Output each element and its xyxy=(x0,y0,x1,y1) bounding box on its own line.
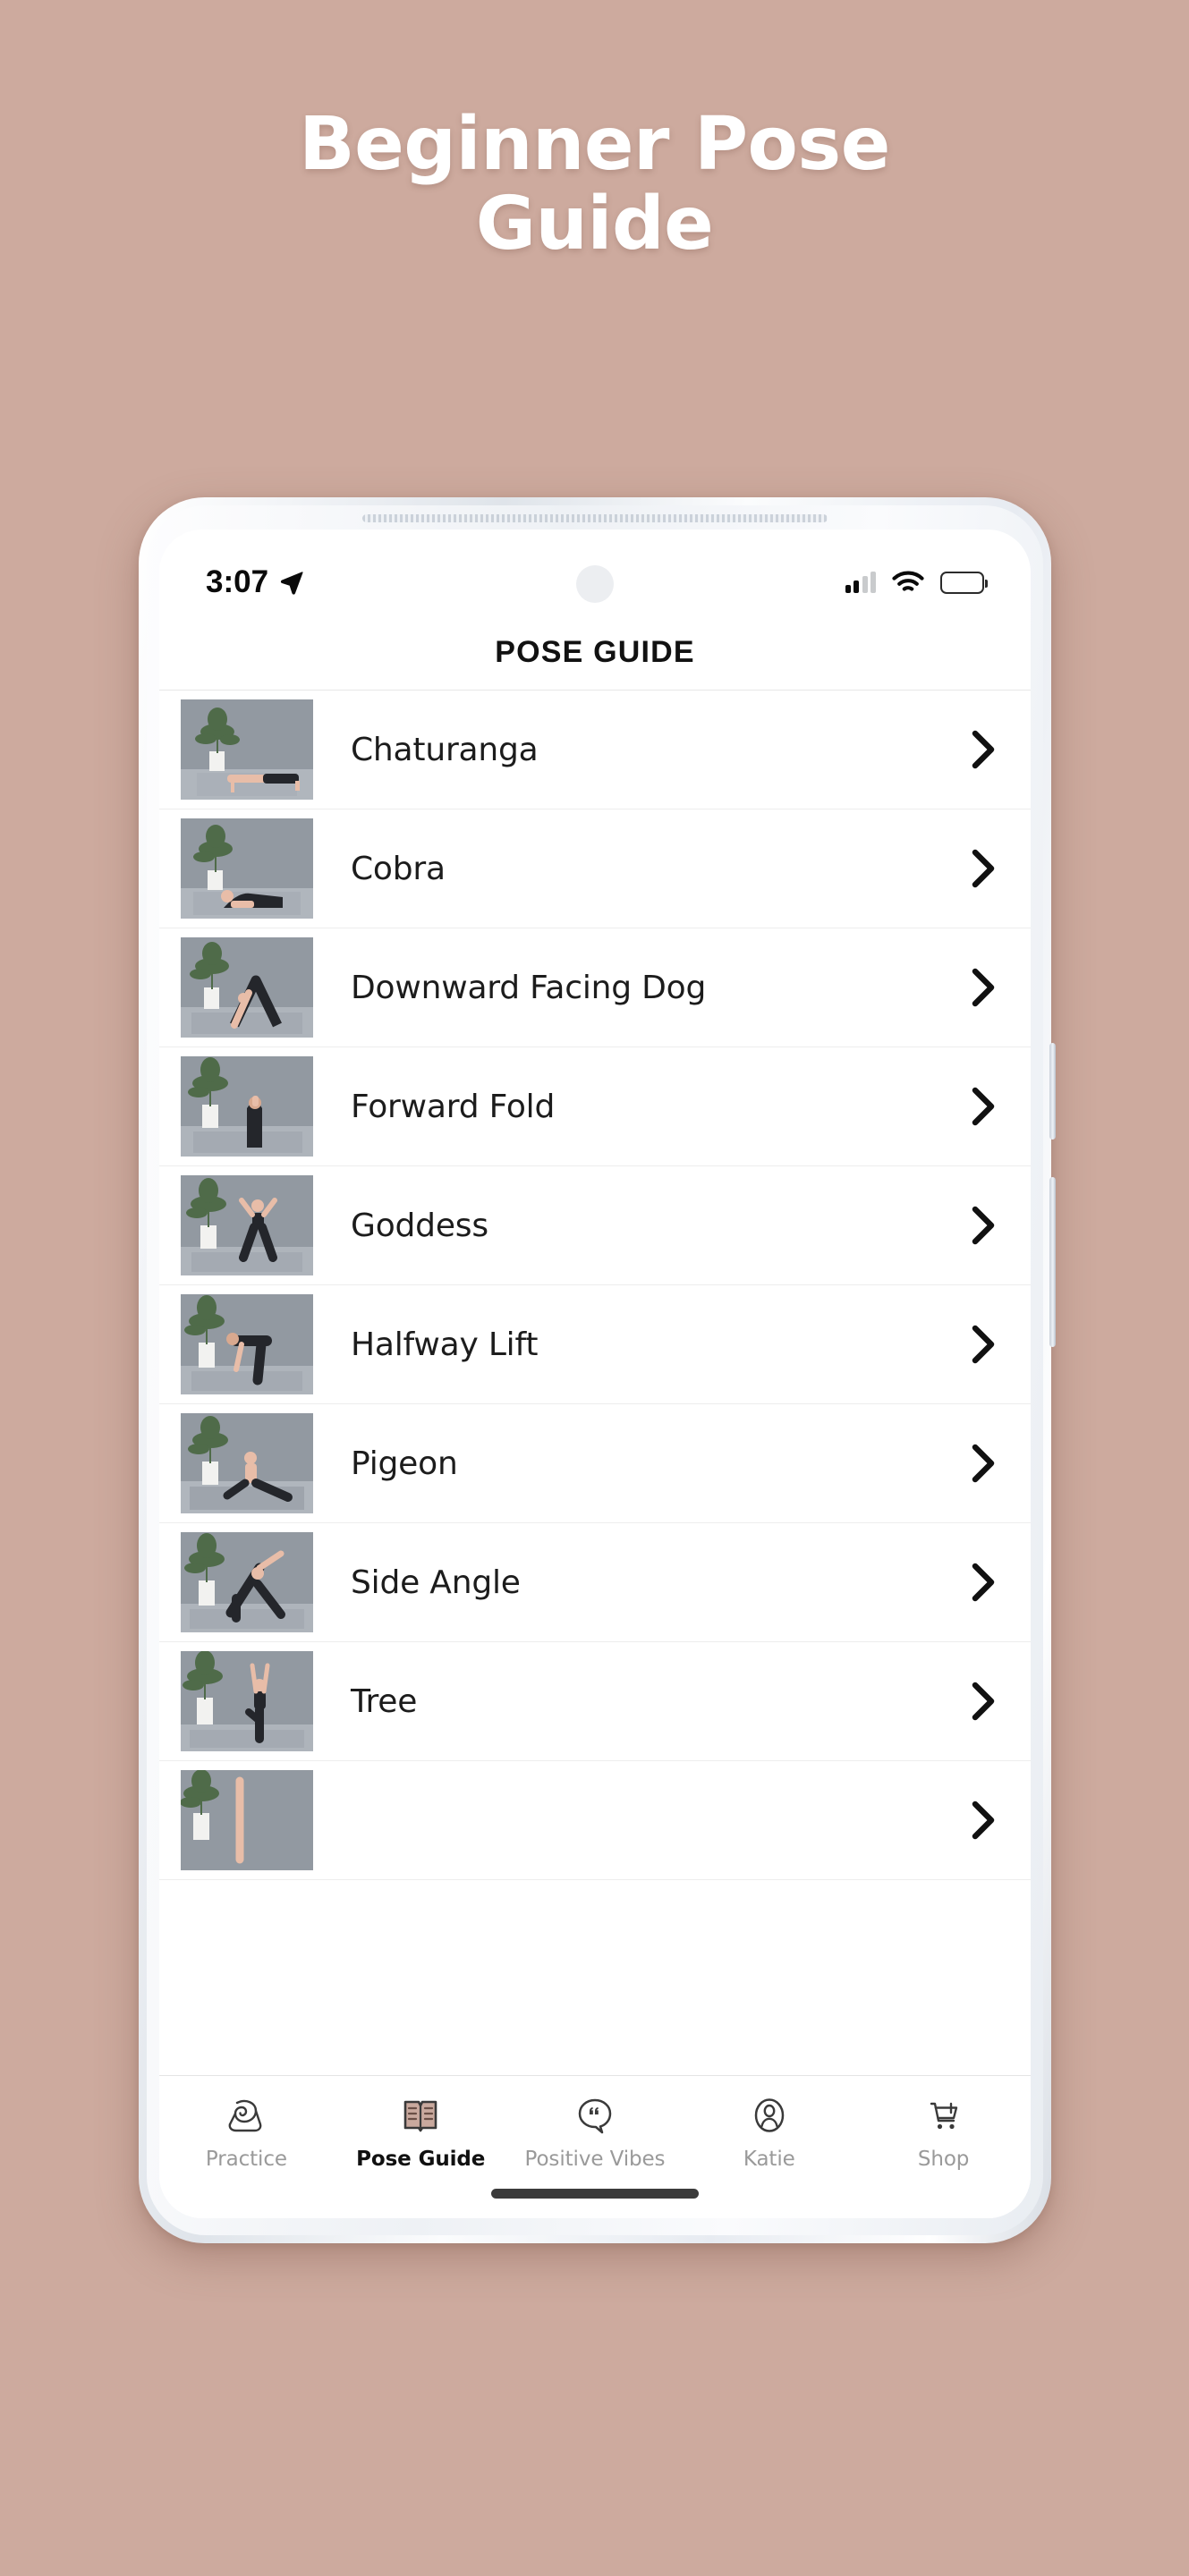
user-profile-icon xyxy=(754,2098,785,2132)
pose-thumbnail-goddess xyxy=(181,1175,313,1275)
page-title-line-1: Beginner Pose xyxy=(299,102,890,187)
location-arrow-icon xyxy=(280,572,303,595)
page-title: Beginner Pose Guide xyxy=(0,102,1189,267)
pose-thumbnail-tree xyxy=(181,1651,313,1751)
chevron-right-icon[interactable] xyxy=(968,727,998,772)
pose-list-item[interactable]: Downward Facing Dog xyxy=(159,928,1031,1047)
phone-side-button-top[interactable] xyxy=(1049,1043,1056,1140)
chevron-right-icon[interactable] xyxy=(968,1203,998,1248)
phone-mockup: 3:07 POSE GUIDE Chaturanga Cobra Downwar… xyxy=(139,497,1056,2243)
page-title-line-2: Guide xyxy=(475,181,714,267)
cellular-signal-icon xyxy=(845,572,876,593)
chevron-right-icon[interactable] xyxy=(968,965,998,1010)
pose-list-item[interactable]: Goddess xyxy=(159,1166,1031,1285)
screen-header: POSE GUIDE xyxy=(159,615,1031,691)
screen-title: POSE GUIDE xyxy=(495,635,695,669)
pose-name: Pigeon xyxy=(351,1445,458,1482)
chevron-right-icon[interactable] xyxy=(968,1798,998,1843)
phone-side-button-bottom[interactable] xyxy=(1049,1177,1056,1347)
tab-label-positive-vibes: Positive Vibes xyxy=(524,2148,666,2171)
tab-practice[interactable]: Practice xyxy=(159,2094,334,2171)
front-camera-hole xyxy=(576,565,614,603)
pose-thumbnail-pigeon xyxy=(181,1413,313,1513)
open-book-icon xyxy=(403,2100,437,2132)
chevron-right-icon[interactable] xyxy=(968,846,998,891)
tab-label-practice: Practice xyxy=(205,2148,287,2171)
earpiece-speaker-grille xyxy=(362,514,828,522)
pose-thumbnail-forwardfold xyxy=(181,1056,313,1157)
chevron-right-icon[interactable] xyxy=(968,1679,998,1724)
wifi-icon xyxy=(892,571,924,591)
pose-thumbnail-downdog xyxy=(181,937,313,1038)
home-indicator[interactable] xyxy=(491,2189,699,2199)
pose-list-item[interactable]: Forward Fold xyxy=(159,1047,1031,1166)
pose-name: Forward Fold xyxy=(351,1088,556,1125)
status-bar-left: 3:07 xyxy=(206,564,305,600)
pose-name: Side Angle xyxy=(351,1563,521,1601)
pose-thumbnail-chaturanga xyxy=(181,699,313,800)
tab-label-pose-guide: Pose Guide xyxy=(356,2148,486,2171)
pose-list-item[interactable]: Tree xyxy=(159,1642,1031,1761)
pose-list[interactable]: Chaturanga Cobra Downward Facing Dog For… xyxy=(159,691,1031,2218)
pose-name: Halfway Lift xyxy=(351,1326,539,1363)
pose-thumbnail-partial xyxy=(181,1770,313,1870)
status-bar-right xyxy=(845,571,988,594)
tab-label-katie: Katie xyxy=(743,2148,795,2171)
chevron-right-icon[interactable] xyxy=(968,1084,998,1129)
shopping-cart-icon xyxy=(930,2102,957,2130)
phone-screen: 3:07 POSE GUIDE Chaturanga Cobra Downwar… xyxy=(159,530,1031,2218)
tab-katie[interactable]: Katie xyxy=(682,2094,856,2171)
quote-bubble-icon xyxy=(578,2098,612,2134)
chevron-right-icon[interactable] xyxy=(968,1322,998,1367)
pose-list-item[interactable] xyxy=(159,1761,1031,1880)
yoga-mat-icon xyxy=(229,2099,262,2132)
pose-thumbnail-cobra xyxy=(181,818,313,919)
pose-thumbnail-halfwaylift xyxy=(181,1294,313,1394)
pose-list-item[interactable]: Cobra xyxy=(159,809,1031,928)
tab-pose-guide[interactable]: Pose Guide xyxy=(334,2094,508,2171)
status-bar: 3:07 xyxy=(159,530,1031,615)
tab-positive-vibes[interactable]: Positive Vibes xyxy=(508,2094,683,2171)
chevron-right-icon[interactable] xyxy=(968,1441,998,1486)
pose-list-item[interactable]: Side Angle xyxy=(159,1523,1031,1642)
tab-shop[interactable]: Shop xyxy=(856,2094,1031,2171)
pose-list-item[interactable]: Chaturanga xyxy=(159,691,1031,809)
tab-label-shop: Shop xyxy=(917,2148,970,2171)
chevron-right-icon[interactable] xyxy=(968,1560,998,1605)
pose-name: Tree xyxy=(351,1682,418,1720)
status-time: 3:07 xyxy=(206,564,269,599)
pose-name: Goddess xyxy=(351,1207,488,1244)
pose-list-item[interactable]: Pigeon xyxy=(159,1404,1031,1523)
pose-name: Chaturanga xyxy=(351,731,539,768)
pose-list-item[interactable]: Halfway Lift xyxy=(159,1285,1031,1404)
pose-thumbnail-sideangle xyxy=(181,1532,313,1632)
pose-name: Downward Facing Dog xyxy=(351,969,707,1006)
pose-name: Cobra xyxy=(351,850,446,887)
battery-full-icon xyxy=(940,571,988,594)
